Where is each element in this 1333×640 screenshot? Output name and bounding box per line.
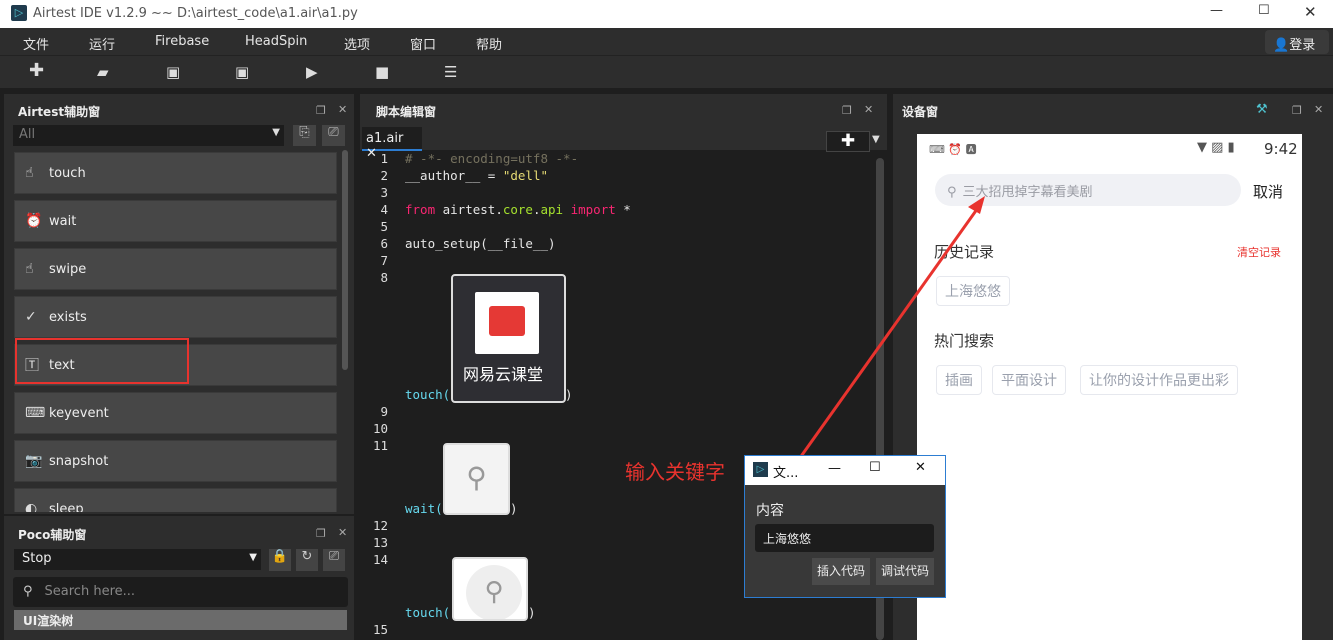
content-label: 内容 [756,503,784,519]
dialog-title: 文... [773,466,799,481]
debug-code-button[interactable]: 调试代码 [876,558,934,585]
insert-code-button[interactable]: 插入代码 [812,558,870,585]
close-button[interactable]: ✕ [915,460,926,475]
dialog-title-bar: ▷ 文... — ☐ ✕ [745,456,945,485]
content-input[interactable]: 上海悠悠 [755,524,934,552]
annotation-arrow [795,196,985,463]
app-logo-icon: ▷ [753,462,768,477]
minimize-button[interactable]: — [828,461,841,476]
text-dialog: ▷ 文... — ☐ ✕ 内容 上海悠悠 插入代码 调试代码 [744,455,946,598]
maximize-button[interactable]: ☐ [869,460,881,475]
